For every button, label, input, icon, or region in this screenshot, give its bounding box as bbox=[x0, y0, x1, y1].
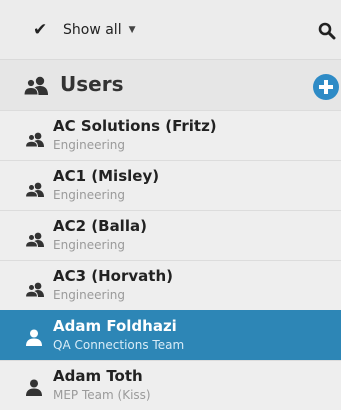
users-icon bbox=[23, 76, 48, 96]
item-name: AC Solutions (Fritz) bbox=[53, 117, 217, 135]
filter-toolbar: ✔ Show all ▼ bbox=[0, 0, 341, 59]
list-item[interactable]: AC1 (Misley) Engineering bbox=[0, 160, 341, 210]
item-subtitle: Engineering bbox=[53, 238, 125, 252]
item-subtitle: Engineering bbox=[53, 288, 125, 302]
group-icon bbox=[24, 132, 44, 148]
group-icon bbox=[24, 182, 44, 198]
item-name: AC1 (Misley) bbox=[53, 167, 160, 185]
list-item[interactable]: AC3 (Horvath) Engineering bbox=[0, 260, 341, 310]
item-subtitle: Engineering bbox=[53, 188, 125, 202]
group-icon bbox=[24, 282, 44, 298]
users-panel: ✔ Show all ▼ Users AC Solutions (Fritz) … bbox=[0, 0, 341, 413]
user-icon bbox=[26, 379, 42, 396]
item-subtitle: QA Connections Team bbox=[53, 338, 185, 352]
users-list: AC Solutions (Fritz) Engineering AC1 (Mi… bbox=[0, 110, 341, 410]
caret-down-icon: ▼ bbox=[128, 24, 136, 35]
item-name: AC3 (Horvath) bbox=[53, 267, 173, 285]
item-name: Adam Foldhazi bbox=[53, 317, 177, 335]
filter-label: Show all bbox=[63, 21, 122, 38]
list-item[interactable]: AC Solutions (Fritz) Engineering bbox=[0, 110, 341, 160]
group-icon bbox=[24, 232, 44, 248]
item-subtitle: Engineering bbox=[53, 138, 125, 152]
search-icon[interactable] bbox=[318, 22, 336, 40]
users-section-header: Users bbox=[0, 59, 341, 110]
list-item[interactable]: Adam Toth MEP Team (Kiss) bbox=[0, 360, 341, 410]
user-icon bbox=[26, 329, 42, 346]
add-user-button[interactable] bbox=[313, 74, 339, 100]
section-title: Users bbox=[60, 72, 124, 96]
list-item-selected[interactable]: Adam Foldhazi QA Connections Team bbox=[0, 310, 341, 360]
item-subtitle: MEP Team (Kiss) bbox=[53, 388, 151, 402]
check-icon: ✔ bbox=[33, 19, 48, 40]
list-item[interactable]: AC2 (Balla) Engineering bbox=[0, 210, 341, 260]
show-all-filter-dropdown[interactable]: ✔ Show all ▼ bbox=[33, 20, 136, 40]
item-name: AC2 (Balla) bbox=[53, 217, 147, 235]
item-name: Adam Toth bbox=[53, 367, 143, 385]
